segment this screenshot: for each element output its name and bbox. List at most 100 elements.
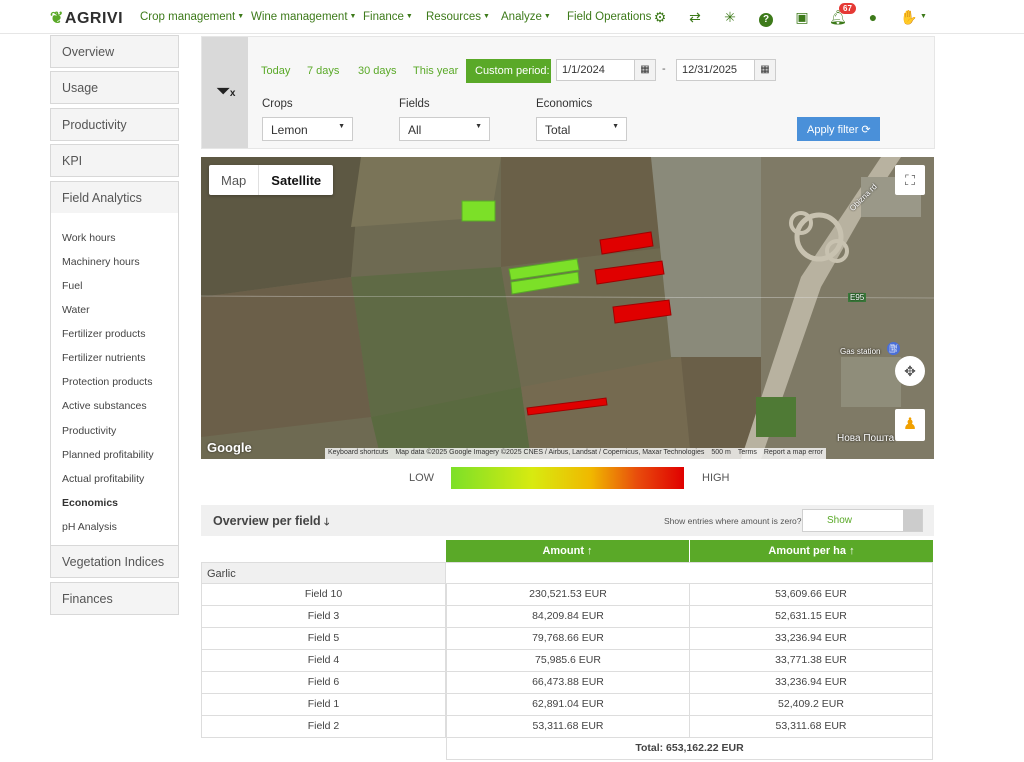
sidebar-item-work-hours[interactable]: Work hours <box>62 232 116 244</box>
network-icon[interactable]: ✳ <box>722 9 738 25</box>
google-logo: Google <box>207 440 252 455</box>
cell-field: Field 4 <box>201 650 446 672</box>
nav-wine-management[interactable]: Wine management ▼ <box>251 11 356 23</box>
map-type-map[interactable]: Map <box>209 165 258 195</box>
sidebar-item-protection-products[interactable]: Protection products <box>62 376 152 388</box>
sidebar-item-machinery-hours[interactable]: Machinery hours <box>62 256 140 268</box>
nav-field-operations[interactable]: Field Operations <box>567 11 651 23</box>
pan-control-icon[interactable]: ✥ <box>895 356 925 386</box>
sidebar-item-fertilizer-nutrients[interactable]: Fertilizer nutrients <box>62 352 145 364</box>
caret-down-icon: ▼ <box>475 123 482 130</box>
period-this-year[interactable]: This year <box>413 65 458 77</box>
refresh-icon: ⟳ <box>861 124 871 136</box>
arrow-down-icon: 🡓 <box>324 517 330 528</box>
sidebar-item-productivity[interactable]: Productivity <box>62 425 116 437</box>
sidebar-item-water[interactable]: Water <box>62 304 90 316</box>
nav-crop-management[interactable]: Crop management ▼ <box>140 11 244 23</box>
nav-analyze[interactable]: Analyze ▼ <box>501 11 551 23</box>
date-from-input[interactable]: 1/1/2024 <box>556 59 635 81</box>
poi-nova-poshta[interactable]: Нова Пошта <box>837 433 894 444</box>
economics-select[interactable]: Total ▼ <box>536 117 627 141</box>
keyboard-shortcuts-link[interactable]: Keyboard shortcuts <box>328 449 388 459</box>
cell-amount-per-ha: 33,236.94 EUR <box>689 672 933 694</box>
caret-down-icon: ▼ <box>405 13 413 21</box>
overview-title[interactable]: Overview per field 🡓 <box>213 514 329 532</box>
sidebar-item-actual-profitability[interactable]: Actual profitability <box>62 473 144 485</box>
sidebar-tab-usage[interactable]: Usage <box>50 71 179 104</box>
gear-icon[interactable]: ⚙ <box>652 9 668 25</box>
agrivi-logo[interactable]: ❦AGRIVI <box>50 8 123 28</box>
terms-link[interactable]: Terms <box>738 449 757 459</box>
period-today[interactable]: Today <box>261 65 290 77</box>
field-map[interactable]: Map Satellite ⛶ Obizna rd E95 Gas statio… <box>201 157 934 459</box>
nav-resources[interactable]: Resources ▼ <box>426 11 490 23</box>
legend-gradient-bar <box>451 467 684 489</box>
table-row: Field 10 230,521.53 EUR 53,609.66 EUR <box>201 584 933 606</box>
cell-amount: 230,521.53 EUR <box>446 584 690 606</box>
cell-amount-per-ha: 33,236.94 EUR <box>689 628 933 650</box>
scale-label[interactable]: 500 m <box>711 449 730 459</box>
clear-filter-button[interactable]: ⏷x <box>202 37 248 148</box>
date-from-calendar-icon[interactable]: ▦ <box>634 59 656 81</box>
clear-filter-icon: ⏷x <box>217 83 236 100</box>
gas-station-icon[interactable]: ⛽︎ <box>887 342 900 355</box>
caret-down-icon: ▼ <box>237 13 245 21</box>
period-30-days[interactable]: 30 days <box>358 65 397 77</box>
date-to-input[interactable]: 12/31/2025 <box>676 59 755 81</box>
column-header-amount[interactable]: Amount ↑ <box>446 540 689 562</box>
sidebar-tab-kpi[interactable]: KPI <box>50 144 179 177</box>
sidebar-tab-overview[interactable]: Overview <box>50 35 179 68</box>
cell-amount: 79,768.66 EUR <box>446 628 690 650</box>
date-range-dash: - <box>662 63 666 75</box>
legend-high-label: HIGH <box>702 472 730 484</box>
map-type-satellite[interactable]: Satellite <box>258 165 333 195</box>
economics-label: Economics <box>536 98 593 110</box>
legend-low-label: LOW <box>409 472 435 484</box>
sidebar-item-active-substances[interactable]: Active substances <box>62 400 147 412</box>
sidebar-tab-vegetation-indices[interactable]: Vegetation Indices <box>50 545 179 578</box>
help-icon[interactable]: ? <box>758 9 774 27</box>
swap-icon[interactable]: ⇄ <box>687 9 703 25</box>
sidebar-tab-field-analytics[interactable]: Field Analytics <box>50 181 179 214</box>
show-zero-toggle-label: Show <box>827 515 853 526</box>
fullscreen-icon[interactable]: ⛶ <box>895 165 925 195</box>
toggle-knob[interactable] <box>903 510 922 531</box>
cell-amount: 84,209.84 EUR <box>446 606 690 628</box>
caret-down-icon: ▼ <box>338 123 345 130</box>
fields-select[interactable]: All ▼ <box>399 117 490 141</box>
period-7-days[interactable]: 7 days <box>307 65 339 77</box>
sidebar-item-economics[interactable]: Economics <box>62 497 118 509</box>
cell-amount: 53,311.68 EUR <box>446 716 690 738</box>
field-analytics-panel: Work hours Machinery hours Fuel Water Fe… <box>50 213 179 577</box>
sidebar-item-planned-profitability[interactable]: Planned profitability <box>62 449 154 461</box>
sidebar-item-fuel[interactable]: Fuel <box>62 280 82 292</box>
table-row: Field 2 53,311.68 EUR 53,311.68 EUR <box>201 716 933 738</box>
chat-icon[interactable]: ● <box>865 9 881 25</box>
poi-gas-station[interactable]: Gas station <box>840 347 880 356</box>
cell-field: Field 2 <box>201 716 446 738</box>
cell-amount: 62,891.04 EUR <box>446 694 690 716</box>
date-to-calendar-icon[interactable]: ▦ <box>754 59 776 81</box>
total-row: Total: 653,162.22 EUR <box>446 738 933 760</box>
apply-filter-button[interactable]: Apply filter ⟳ <box>797 117 880 141</box>
sidebar-tab-finances[interactable]: Finances <box>50 582 179 615</box>
street-view-pegman-icon[interactable]: ♟ <box>895 409 925 441</box>
sidebar-item-fertilizer-products[interactable]: Fertilizer products <box>62 328 145 340</box>
caret-down-icon: ▼ <box>543 13 551 21</box>
column-header-amount-per-ha[interactable]: Amount per ha ↑ <box>690 540 933 562</box>
show-zero-toggle[interactable]: Show <box>802 509 923 532</box>
sidebar-tab-productivity[interactable]: Productivity <box>50 108 179 141</box>
table-row: Field 6 66,473.88 EUR 33,236.94 EUR <box>201 672 933 694</box>
cell-amount: 66,473.88 EUR <box>446 672 690 694</box>
crops-select[interactable]: Lemon ▼ <box>262 117 353 141</box>
user-menu-caret-icon[interactable]: ▼ <box>918 11 927 23</box>
sidebar-item-ph-analysis[interactable]: pH Analysis <box>62 521 117 533</box>
user-avatar-icon[interactable]: ✋ <box>900 9 917 25</box>
period-custom[interactable]: Custom period: <box>466 59 551 83</box>
top-navigation: ❦AGRIVI Crop management ▼ Wine management… <box>0 0 1024 34</box>
cell-field: Field 3 <box>201 606 446 628</box>
nav-finance[interactable]: Finance ▼ <box>363 11 413 23</box>
report-map-error-link[interactable]: Report a map error <box>764 449 823 459</box>
calendar-icon[interactable]: ▣ <box>794 9 810 25</box>
map-data-text: Map data ©2025 Google Imagery ©2025 CNES… <box>395 449 705 456</box>
